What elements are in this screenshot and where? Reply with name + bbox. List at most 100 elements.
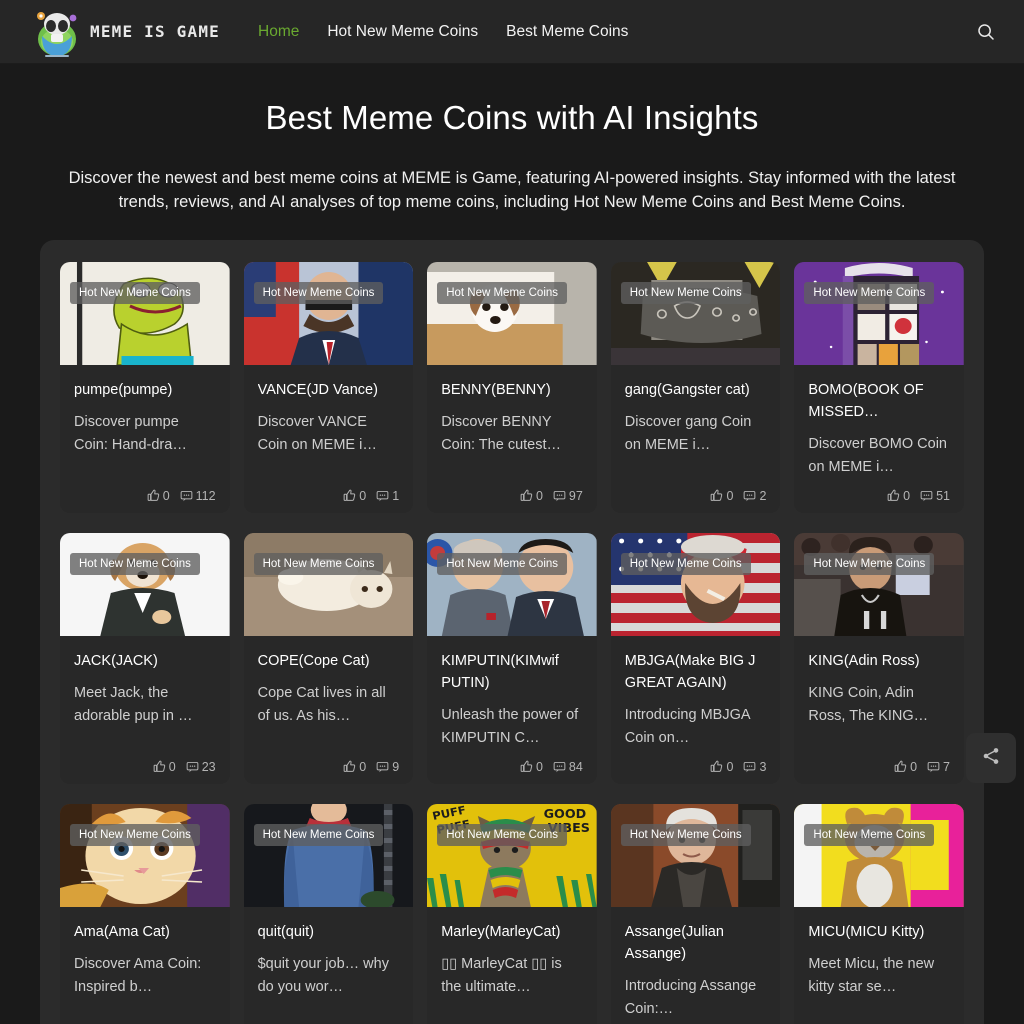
thumbs-up-icon bbox=[520, 760, 533, 773]
like-count[interactable]: 0 bbox=[153, 760, 176, 774]
coin-thumbnail[interactable]: Hot New Meme Coins bbox=[794, 532, 964, 636]
comment-count[interactable]: 112 bbox=[180, 489, 216, 503]
coin-thumbnail-image bbox=[610, 261, 781, 365]
category-badge[interactable]: Hot New Meme Coins bbox=[437, 552, 568, 575]
comment-count[interactable]: 9 bbox=[376, 760, 399, 774]
coin-thumbnail-image bbox=[794, 803, 964, 907]
like-count[interactable]: 0 bbox=[887, 489, 910, 503]
coin-card[interactable]: Hot New Meme Coins KING(Adin Ross) KING Co… bbox=[794, 532, 964, 784]
coin-card-body: Assange(Julian Assange) Introducing Assan… bbox=[611, 907, 781, 1024]
coin-thumbnail[interactable]: Hot New Meme Coins bbox=[610, 532, 781, 636]
coin-description: Discover Ama Coin: Inspired b… bbox=[74, 955, 202, 995]
coin-thumbnail[interactable]: Hot New Meme Coins bbox=[243, 532, 414, 636]
coin-card[interactable]: PUFF PUFF GOOD VIBES Hot New Meme Coins M… bbox=[427, 803, 597, 1024]
comment-count[interactable]: 7 bbox=[927, 760, 950, 774]
coin-card[interactable]: Hot New Meme Coins JACK(JACK) Meet Jack, t… bbox=[60, 532, 230, 784]
coin-thumbnail[interactable]: Hot New Meme Coins bbox=[427, 261, 597, 365]
category-badge[interactable]: Hot New Meme Coins bbox=[804, 823, 935, 846]
category-badge[interactable]: Hot New Meme Coins bbox=[70, 823, 200, 846]
comment-count[interactable]: 84 bbox=[553, 760, 583, 774]
category-badge[interactable]: Hot New Meme Coins bbox=[253, 281, 384, 304]
coin-card-body: pumpe(pumpe) Discover pumpe Coin: Hand-dr… bbox=[60, 365, 230, 513]
coin-card-meta: 0 9 bbox=[258, 750, 399, 774]
like-count[interactable]: 0 bbox=[710, 489, 733, 503]
coin-thumbnail[interactable]: Hot New Meme Coins bbox=[243, 803, 414, 907]
category-badge[interactable]: Hot New Meme Coins bbox=[437, 281, 568, 304]
coin-title: Marley(MarleyCat) bbox=[441, 923, 561, 940]
comment-count[interactable]: 1 bbox=[376, 489, 399, 503]
coin-thumbnail[interactable]: Hot New Meme Coins bbox=[243, 261, 414, 365]
coin-thumbnail[interactable]: Hot New Meme Coins bbox=[794, 803, 964, 907]
comment-bubble-icon bbox=[180, 489, 193, 502]
comment-count[interactable]: 2 bbox=[743, 489, 766, 503]
nav-item-best-meme-coins[interactable]: Best Meme Coins bbox=[492, 17, 642, 47]
coin-thumbnail-image bbox=[794, 261, 964, 365]
coin-card[interactable]: Hot New Meme Coins MICU(MICU Kitty) Meet M… bbox=[794, 803, 964, 1024]
comment-count-value: 7 bbox=[943, 759, 950, 774]
category-badge[interactable]: Hot New Meme Coins bbox=[804, 281, 935, 304]
category-badge[interactable]: Hot New Meme Coins bbox=[620, 823, 751, 846]
category-badge[interactable]: Hot New Meme Coins bbox=[70, 281, 200, 304]
category-badge[interactable]: Hot New Meme Coins bbox=[253, 823, 384, 846]
coin-thumbnail[interactable]: Hot New Meme Coins bbox=[427, 532, 597, 636]
coin-description: Discover BENNY Coin: The cutest… bbox=[441, 413, 562, 453]
brand-logo[interactable]: MEME IS GAME bbox=[32, 6, 220, 58]
coin-thumbnail[interactable]: PUFF PUFF GOOD VIBES Hot New Meme Coins bbox=[427, 803, 597, 907]
nav-item-hot-new-meme-coins[interactable]: Hot New Meme Coins bbox=[313, 17, 492, 47]
like-count[interactable]: 0 bbox=[894, 760, 917, 774]
coin-thumbnail[interactable]: Hot New Meme Coins bbox=[60, 803, 230, 907]
coin-card[interactable]: Hot New Meme Coins gang(Gangster cat) Disc… bbox=[610, 261, 781, 513]
category-badge[interactable]: Hot New Meme Coins bbox=[70, 552, 200, 575]
like-count-value: 0 bbox=[162, 488, 170, 503]
comment-count[interactable]: 97 bbox=[553, 489, 583, 503]
share-icon bbox=[981, 746, 1001, 771]
coin-card[interactable]: Hot New Meme Coins KIMPUTIN(KIMwif PUTIN)… bbox=[427, 532, 597, 784]
coin-thumbnail[interactable]: Hot New Meme Coins bbox=[60, 532, 230, 636]
coin-card-body: Ama(Ama Cat) Discover Ama Coin: Inspired … bbox=[60, 907, 230, 1024]
coin-card[interactable]: Hot New Meme Coins Assange(Julian Assange… bbox=[610, 803, 781, 1024]
coin-description: KING Coin, Adin Ross, The KING… bbox=[808, 684, 929, 724]
coin-thumbnail-image: PUFF PUFF GOOD VIBES bbox=[427, 803, 597, 907]
like-count-value: 0 bbox=[535, 488, 543, 503]
coin-card-meta: 0 7 bbox=[808, 750, 950, 774]
like-count[interactable]: 0 bbox=[710, 760, 733, 774]
comment-count[interactable]: 23 bbox=[186, 760, 216, 774]
coin-thumbnail[interactable]: Hot New Meme Coins bbox=[60, 261, 230, 365]
search-icon[interactable] bbox=[972, 18, 1000, 46]
nav-item-home[interactable]: Home bbox=[244, 17, 313, 47]
coin-description: Introducing MBJGA Coin on… bbox=[624, 706, 750, 746]
comment-count[interactable]: 51 bbox=[920, 489, 950, 503]
share-button[interactable] bbox=[966, 733, 1016, 783]
coin-thumbnail[interactable]: Hot New Meme Coins bbox=[794, 261, 964, 365]
coin-card[interactable]: Hot New Meme Coins pumpe(pumpe) Discover p… bbox=[60, 261, 230, 513]
category-badge[interactable]: Hot New Meme Coins bbox=[804, 552, 935, 575]
coin-title: MBJGA(Make BIG J GREAT AGAIN) bbox=[624, 652, 756, 691]
like-count-value: 0 bbox=[726, 759, 734, 774]
like-count[interactable]: 0 bbox=[343, 760, 366, 774]
like-count-value: 0 bbox=[535, 759, 543, 774]
coin-card[interactable]: Hot New Meme Coins quit(quit) $quit your j… bbox=[243, 803, 414, 1024]
page-title: Best Meme Coins with AI Insights bbox=[265, 99, 759, 136]
like-count[interactable]: 0 bbox=[147, 489, 170, 503]
category-badge[interactable]: Hot New Meme Coins bbox=[253, 552, 384, 575]
category-badge[interactable]: Hot New Meme Coins bbox=[620, 281, 751, 304]
comment-count[interactable]: 3 bbox=[743, 760, 766, 774]
coin-card[interactable]: Hot New Meme Coins BOMO(BOOK OF MISSED… Di… bbox=[794, 261, 964, 513]
category-badge[interactable]: Hot New Meme Coins bbox=[620, 552, 751, 575]
category-badge[interactable]: Hot New Meme Coins bbox=[437, 823, 568, 846]
comment-count-value: 112 bbox=[195, 488, 216, 503]
coin-card[interactable]: Hot New Meme Coins MBJGA(Make BIG J GREAT… bbox=[610, 532, 781, 784]
like-count-value: 0 bbox=[903, 488, 911, 503]
coin-card[interactable]: Hot New Meme Coins BENNY(BENNY) Discover B… bbox=[427, 261, 597, 513]
coin-thumbnail[interactable]: Hot New Meme Coins bbox=[610, 803, 781, 907]
comment-count-value: 97 bbox=[568, 488, 583, 503]
like-count[interactable]: 0 bbox=[520, 489, 543, 503]
like-count[interactable]: 0 bbox=[343, 489, 366, 503]
like-count[interactable]: 0 bbox=[520, 760, 543, 774]
coin-card[interactable]: Hot New Meme Coins COPE(Cope Cat) Cope Cat… bbox=[243, 532, 414, 784]
coin-card-meta: 0 bbox=[625, 1021, 767, 1024]
coin-card[interactable]: Hot New Meme Coins Ama(Ama Cat) Discover A… bbox=[60, 803, 230, 1024]
coin-card-meta: 0 1 bbox=[258, 479, 399, 503]
coin-thumbnail[interactable]: Hot New Meme Coins bbox=[610, 261, 781, 365]
coin-card[interactable]: Hot New Meme Coins VANCE(JD Vance) Discove… bbox=[243, 261, 414, 513]
